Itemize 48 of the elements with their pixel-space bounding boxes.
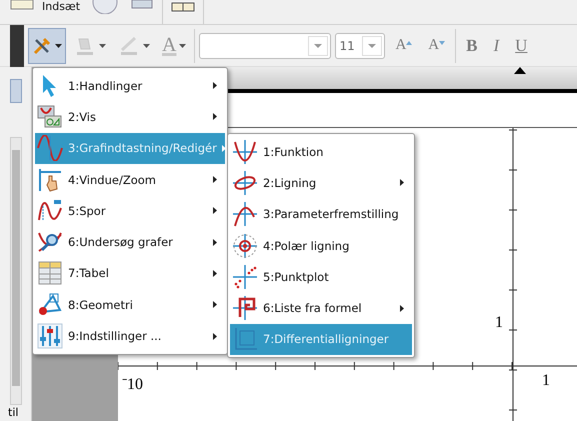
- menu-item[interactable]: 3:Parameterfremstilling: [230, 198, 412, 230]
- tools-icon: [32, 36, 52, 56]
- caret-icon: [99, 44, 106, 48]
- menu-item[interactable]: 6:Liste fra formel: [230, 292, 412, 324]
- side-label: til: [8, 406, 18, 419]
- menu-item[interactable]: 1:Handlinger: [35, 70, 225, 102]
- axis-label: 1: [495, 314, 503, 332]
- pen-icon: [118, 34, 140, 56]
- dropdown-icon: [308, 36, 328, 56]
- caret-icon: [179, 44, 186, 48]
- hand-axes-icon: [37, 166, 63, 193]
- scrollbar[interactable]: [10, 137, 22, 405]
- table-icon: [37, 260, 63, 286]
- sine-wave-icon: [37, 135, 63, 162]
- sliders-icon: [37, 323, 63, 350]
- panel-icon[interactable]: [10, 0, 34, 10]
- panel-edge: [10, 24, 24, 66]
- polar-icon: [232, 232, 258, 259]
- scatter-plot-icon: [232, 264, 258, 290]
- triangle-icon: [37, 292, 63, 318]
- menu-item[interactable]: 4:Vindue/Zoom: [35, 164, 225, 196]
- menu-item[interactable]: 1:Funktion: [230, 136, 412, 168]
- side-tab[interactable]: [10, 79, 22, 103]
- menu-item[interactable]: 7:Tabel: [35, 258, 225, 290]
- list-icon: [232, 295, 258, 322]
- menu-item[interactable]: 9:Indstillinger ...: [35, 320, 225, 352]
- menu-item[interactable]: 5:Spor: [35, 195, 225, 226]
- parabola-icon: [232, 138, 258, 165]
- menu-item[interactable]: 2:Vis: [35, 101, 225, 133]
- menu-item[interactable]: 6:Undersøg grafer: [35, 226, 225, 258]
- graph-view-icon: [37, 104, 63, 130]
- dropdown-icon: [362, 36, 382, 56]
- caret-icon: [143, 44, 150, 48]
- tools-button[interactable]: [28, 28, 66, 64]
- axis-label: 1: [542, 372, 550, 390]
- ellipse-icon: [232, 170, 258, 196]
- caret-icon: [55, 44, 62, 48]
- font-size-field[interactable]: 11: [335, 32, 386, 58]
- menu-item[interactable]: 5:Punktplot: [230, 261, 412, 292]
- parametric-curve-icon: [232, 201, 258, 228]
- triangle-marker-icon: [514, 67, 526, 74]
- menu-item[interactable]: 2:Ligning: [230, 167, 412, 199]
- menu-item[interactable]: 4:Polær ligning: [230, 230, 412, 262]
- font-field[interactable]: [199, 32, 332, 58]
- layout-icon[interactable]: [171, 0, 196, 12]
- axis-label: ⁻10: [122, 375, 143, 394]
- insert-menu[interactable]: Indsæt: [42, 0, 80, 13]
- menu-item[interactable]: 8:Geometri: [35, 289, 225, 320]
